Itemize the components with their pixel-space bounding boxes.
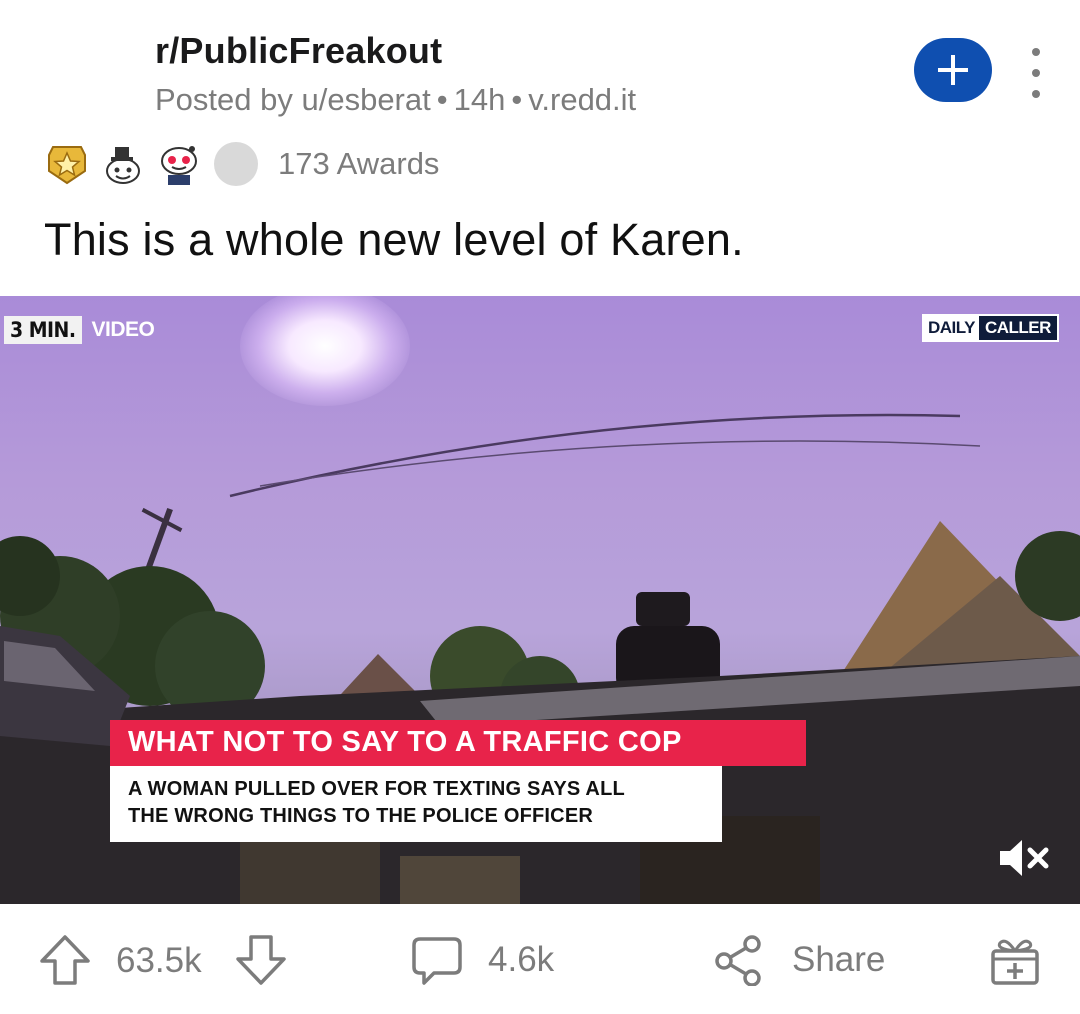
badge-3min-label: 3 MIN.	[4, 316, 82, 344]
posted-by[interactable]: Posted by u/esberat	[155, 82, 431, 117]
wholesome-snoo-icon	[100, 141, 146, 187]
comment-count: 4.6k	[488, 940, 555, 979]
share-label: Share	[792, 940, 886, 979]
upvote-arrow-icon	[40, 935, 90, 985]
gray-award-icon	[214, 142, 258, 186]
snoo-award-icon	[156, 141, 202, 187]
downvote-arrow-icon	[236, 935, 286, 985]
separator-dot: •	[511, 82, 523, 117]
post-domain[interactable]: v.redd.it	[528, 82, 636, 117]
video-length-badge: 3 MIN. VIDEO	[4, 316, 155, 344]
share-button[interactable]: Share	[712, 934, 885, 986]
gold-badge-icon	[44, 141, 90, 187]
more-options-icon[interactable]	[1018, 48, 1054, 98]
upvote-button[interactable]	[38, 934, 92, 986]
chyron-subtext: A WOMAN PULLED OVER FOR TEXTING SAYS ALL…	[110, 766, 722, 842]
share-icon	[715, 935, 761, 986]
muted-speaker-icon[interactable]	[996, 836, 1056, 880]
subreddit-avatar[interactable]	[44, 32, 128, 116]
chyron-line-1: A WOMAN PULLED OVER FOR TEXTING SAYS ALL	[128, 778, 625, 800]
logo-part-caller: CALLER	[978, 316, 1057, 340]
badge-video-label: VIDEO	[91, 318, 155, 341]
post-action-bar: 63.5k 4.6k Share	[0, 904, 1080, 1014]
separator-dot: •	[436, 82, 448, 117]
post-title[interactable]: This is a whole new level of Karen.	[44, 214, 744, 266]
subreddit-name[interactable]: r/PublicFreakout	[155, 30, 442, 72]
video-player[interactable]: 3 MIN. VIDEO DAILY CALLER WHAT NOT TO SA…	[0, 296, 1080, 904]
comments-button[interactable]: 4.6k	[410, 934, 554, 986]
post-header: r/PublicFreakout Posted by u/esberat • 14h…	[0, 0, 1080, 130]
daily-caller-logo: DAILY CALLER	[922, 314, 1059, 342]
gift-icon	[991, 939, 1039, 985]
vote-count: 63.5k	[116, 941, 202, 980]
plus-icon	[938, 55, 968, 85]
join-button[interactable]	[914, 38, 992, 102]
comment-bubble-icon	[412, 937, 462, 985]
give-award-button[interactable]	[988, 934, 1042, 986]
chyron-headline: WHAT NOT TO SAY TO A TRAFFIC COP	[110, 720, 806, 766]
post-time: 14h	[453, 82, 506, 117]
chyron-line-2: THE WRONG THINGS TO THE POLICE OFFICER	[128, 805, 594, 827]
downvote-button[interactable]	[234, 934, 288, 986]
awards-count: 173 Awards	[278, 146, 440, 181]
post-meta: Posted by u/esberat • 14h • v.redd.it	[155, 82, 636, 118]
logo-part-daily: DAILY	[924, 316, 979, 340]
awards-row[interactable]: 173 Awards	[44, 138, 439, 190]
